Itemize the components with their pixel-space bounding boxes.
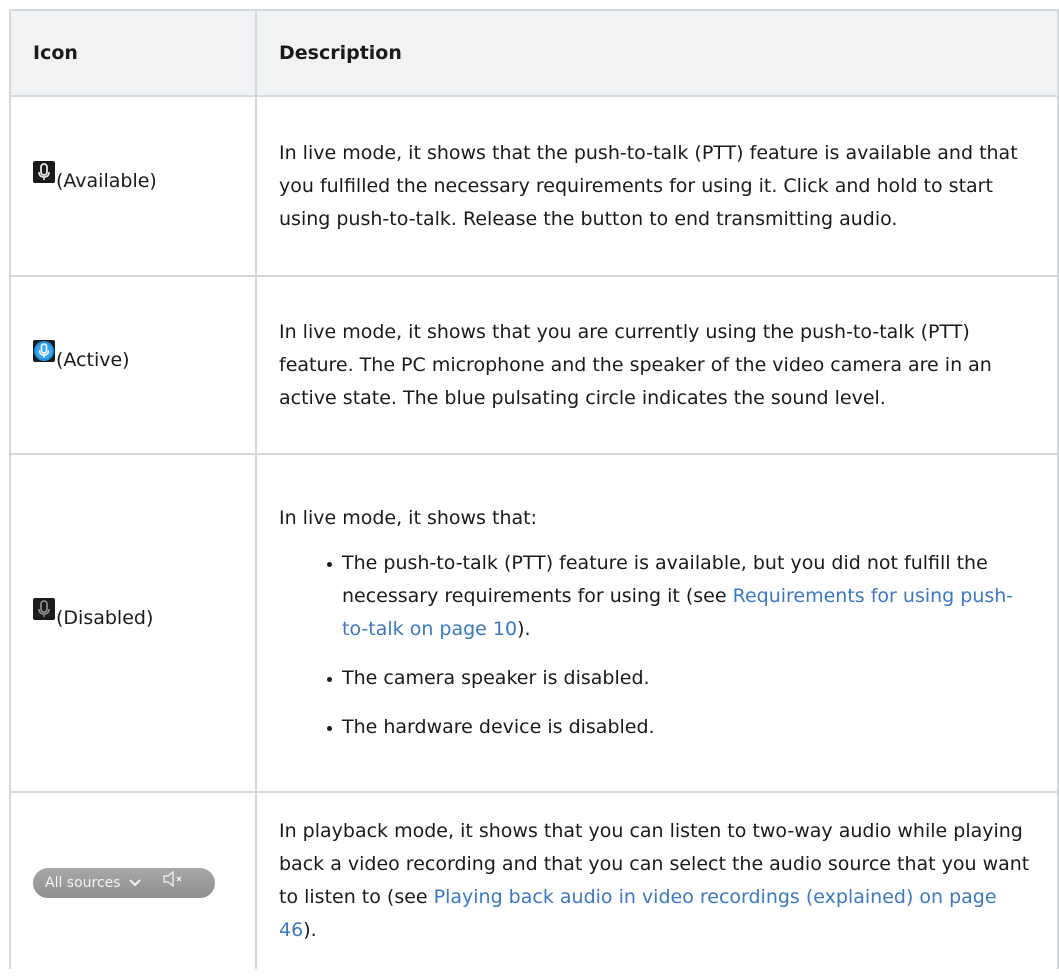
pill-label: All sources bbox=[45, 874, 121, 891]
all-sources-dropdown: All sources bbox=[33, 867, 215, 898]
microphone-active-icon bbox=[33, 339, 55, 362]
table-row-available: (Available) In live mode, it shows that … bbox=[9, 95, 1059, 277]
description-cell: In live mode, it shows that: The push-to… bbox=[255, 453, 1059, 793]
description-text: In live mode, it shows that the push-to-… bbox=[279, 141, 1018, 230]
description-text-end: ). bbox=[303, 919, 317, 941]
icon-cell: (Disabled) bbox=[9, 453, 257, 793]
icon-label: (Disabled) bbox=[56, 606, 154, 629]
icon-label: (Available) bbox=[56, 169, 157, 192]
bullet-text-end: ). bbox=[517, 618, 531, 640]
description-cell: In playback mode, it shows that you can … bbox=[255, 791, 1059, 969]
microphone-available-icon bbox=[33, 160, 55, 183]
microphone-disabled-icon bbox=[33, 597, 55, 620]
icon-cell: (Available) bbox=[9, 95, 257, 277]
description-text: In playback mode, it shows that you can … bbox=[279, 815, 1037, 947]
icon-cell: All sources bbox=[9, 791, 257, 969]
table-header-row: Icon Description bbox=[9, 9, 1059, 97]
icon-label: (Active) bbox=[56, 348, 130, 371]
header-icon: Icon bbox=[9, 9, 257, 97]
table-row-active: (Active) In live mode, it shows that you… bbox=[9, 275, 1059, 455]
speaker-muted-icon bbox=[162, 868, 185, 898]
header-description: Description bbox=[255, 9, 1059, 97]
list-item: The hardware device is disabled. bbox=[327, 711, 1037, 744]
icon-cell: (Active) bbox=[9, 275, 257, 455]
chevron-down-icon bbox=[128, 868, 141, 898]
list-item: The push-to-talk (PTT) feature is availa… bbox=[327, 547, 1037, 646]
table-row-playback: All sources In playback mode, it shows t… bbox=[9, 791, 1059, 969]
description-text: In live mode, it shows that you are curr… bbox=[279, 320, 992, 409]
table-row-disabled: (Disabled) In live mode, it shows that: … bbox=[9, 453, 1059, 793]
list-item: The camera speaker is disabled. bbox=[327, 662, 1037, 695]
icon-description-table: Icon Description (Available) In live mod… bbox=[9, 9, 1059, 969]
description-cell: In live mode, it shows that the push-to-… bbox=[255, 95, 1059, 277]
description-cell: In live mode, it shows that you are curr… bbox=[255, 275, 1059, 455]
description-intro: In live mode, it shows that: bbox=[279, 507, 537, 529]
bullet-list: The push-to-talk (PTT) feature is availa… bbox=[279, 547, 1037, 744]
